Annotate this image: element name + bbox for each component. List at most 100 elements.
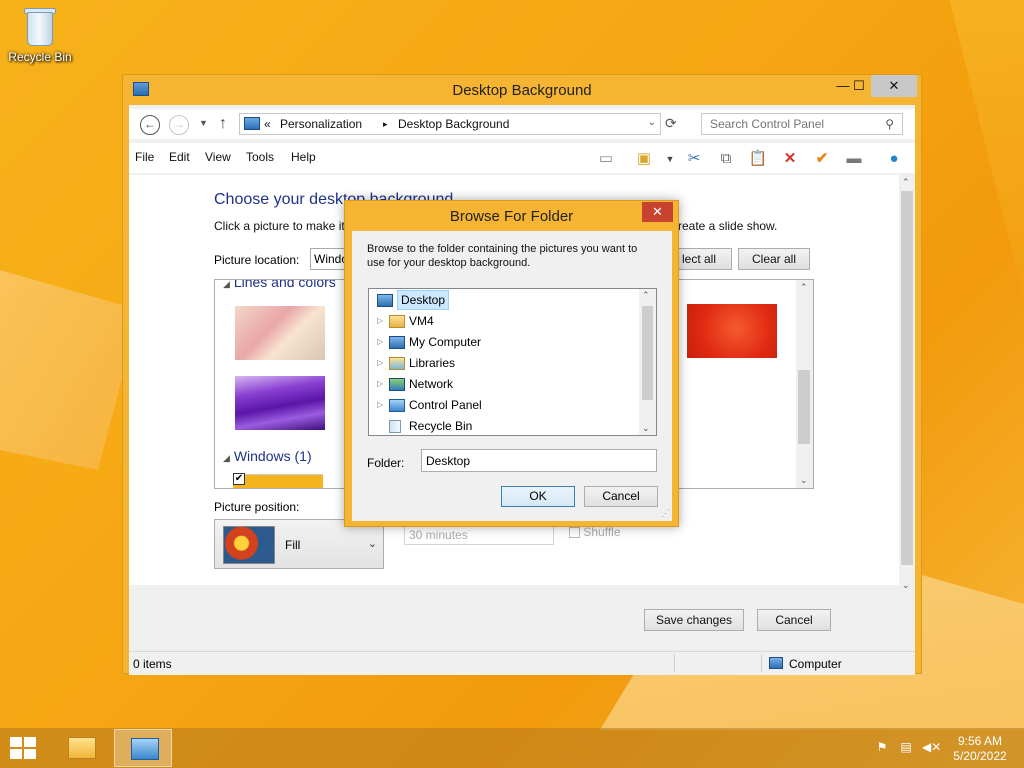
desktop-icon-recycle-bin[interactable]: Recycle Bin — [6, 6, 74, 64]
dialog-title[interactable]: Browse For Folder — [345, 208, 678, 225]
expand-icon[interactable]: ▷ — [377, 353, 383, 373]
network-icon[interactable]: ▤ — [898, 740, 914, 754]
scroll-down-icon[interactable]: ⌄ — [642, 423, 650, 434]
chevron-down-icon: ⌄ — [367, 538, 377, 550]
status-location: Computer — [789, 657, 842, 671]
wallpaper-thumbnail[interactable] — [235, 306, 325, 360]
shuffle-checkbox[interactable]: Shuffle — [569, 525, 621, 539]
recent-pages-dropdown-icon[interactable]: ▼ — [199, 118, 208, 128]
computer-icon — [769, 657, 783, 669]
menu-bar: File Edit View Tools Help ▭ ▣ ▼ ✂ ⧉ 📋 ✕ … — [129, 143, 915, 173]
dialog-close-button[interactable]: ✕ — [642, 202, 673, 222]
expand-icon[interactable]: ▷ — [377, 332, 383, 352]
picture-location-label: Picture location: — [214, 253, 300, 267]
status-divider — [674, 654, 675, 672]
tree-scrollbar[interactable]: ⌃ ⌄ — [639, 289, 656, 435]
layout-pane-icon[interactable]: ▭ — [595, 149, 617, 169]
search-icon[interactable]: ⚲ — [885, 117, 894, 131]
folder-tree[interactable]: Desktop ▷ VM4 ▷ My Computer ▷ Libraries … — [368, 288, 657, 436]
group-header-lines-and-colors[interactable]: ◢ Lines and colors — [223, 279, 336, 290]
close-button[interactable]: ✕ — [871, 75, 917, 97]
scroll-up-icon[interactable]: ⌃ — [642, 290, 650, 301]
taskbar-control-panel[interactable] — [114, 729, 172, 767]
resize-grip-icon[interactable]: ⋰ — [661, 508, 670, 519]
navigation-bar: ← → ▼ ↑ « Personalization ▸ Desktop Back… — [129, 109, 915, 139]
folder-input[interactable] — [421, 449, 657, 472]
wallpaper-thumbnail[interactable] — [235, 376, 325, 430]
tree-item-label: Recycle Bin — [409, 419, 473, 433]
window-titlebar[interactable]: Desktop Background — ☐ ✕ — [123, 75, 921, 105]
dropdown-arrow-icon[interactable]: ▼ — [659, 149, 681, 169]
back-button[interactable]: ← — [140, 115, 160, 135]
scroll-thumb[interactable] — [901, 191, 913, 565]
expand-icon[interactable]: ▷ — [377, 374, 383, 394]
wallpaper-thumbnail-windows[interactable]: ✔ — [233, 473, 323, 488]
group-label: Windows (1) — [233, 448, 312, 464]
scroll-down-icon[interactable]: ⌄ — [800, 475, 808, 486]
taskbar-clock[interactable]: 9:56 AM 5/20/2022 — [950, 734, 1010, 764]
dialog-client: Browse to the folder containing the pict… — [352, 231, 672, 521]
status-bar: 0 items Computer — [129, 651, 915, 675]
copy-icon[interactable]: ⧉ — [715, 149, 737, 169]
scroll-thumb[interactable] — [642, 306, 653, 400]
ok-button[interactable]: OK — [501, 486, 575, 507]
breadcrumb-personalization[interactable]: Personalization — [280, 117, 362, 131]
gallery-scrollbar[interactable]: ⌃ ⌄ — [796, 280, 813, 488]
paste-icon[interactable]: 📋 — [747, 149, 769, 169]
taskbar: ⚑ ▤ ◀✕ 9:56 AM 5/20/2022 — [0, 728, 1024, 768]
refresh-icon[interactable]: ⟳ — [665, 115, 677, 132]
search-input[interactable] — [708, 115, 878, 133]
clock-date: 5/20/2022 — [953, 749, 1007, 763]
address-dropdown-icon[interactable]: ⌄ — [648, 117, 656, 128]
tree-item-label: My Computer — [409, 335, 482, 349]
expand-icon[interactable]: ▷ — [377, 395, 383, 415]
folder-checklist-icon[interactable]: ▣ — [633, 149, 655, 169]
control-panel-icon — [244, 117, 260, 130]
search-box[interactable]: ⚲ — [701, 113, 903, 135]
window-scrollbar[interactable]: ⌃ ⌄ — [899, 175, 915, 593]
group-label: Lines and colors — [233, 279, 336, 290]
menu-help[interactable]: Help — [291, 150, 316, 164]
volume-muted-icon[interactable]: ◀✕ — [922, 740, 941, 754]
cut-icon[interactable]: ✂ — [683, 149, 705, 169]
delete-icon[interactable]: ✕ — [779, 149, 801, 169]
wallpaper-shape — [0, 270, 140, 470]
clear-all-button[interactable]: Clear all — [738, 248, 810, 270]
address-chevrons[interactable]: « — [264, 117, 271, 131]
scroll-thumb[interactable] — [798, 370, 810, 444]
recycle-bin-label: Recycle Bin — [8, 50, 72, 64]
collapse-icon: ◢ — [223, 279, 230, 289]
forward-button[interactable]: → — [169, 115, 189, 135]
checkmark-icon[interactable]: ✔ — [811, 149, 833, 169]
cancel-button[interactable]: Cancel — [757, 609, 831, 631]
menu-tools[interactable]: Tools — [246, 150, 274, 164]
menu-file[interactable]: File — [135, 150, 154, 164]
scroll-up-icon[interactable]: ⌃ — [800, 282, 808, 293]
change-interval-select[interactable]: 30 minutes — [404, 525, 554, 545]
menu-view[interactable]: View — [205, 150, 231, 164]
status-item-count: 0 items — [133, 657, 172, 671]
globe-icon[interactable]: ● — [883, 149, 905, 169]
checkbox-icon[interactable]: ✔ — [233, 473, 245, 485]
dialog-cancel-button[interactable]: Cancel — [584, 486, 658, 507]
tree-item-label: Control Panel — [409, 398, 482, 412]
scroll-up-icon[interactable]: ⌃ — [902, 177, 910, 188]
file-explorer-icon — [68, 737, 96, 759]
properties-icon[interactable]: ▬ — [843, 149, 865, 169]
menu-edit[interactable]: Edit — [169, 150, 190, 164]
wallpaper-thumbnail[interactable] — [687, 304, 777, 358]
breadcrumb-desktop-background[interactable]: Desktop Background — [398, 117, 509, 131]
breadcrumb-separator-icon[interactable]: ▸ — [383, 119, 388, 130]
action-center-flag-icon[interactable]: ⚑ — [874, 740, 890, 754]
group-header-windows[interactable]: ◢ Windows (1) — [223, 448, 312, 464]
scroll-down-icon[interactable]: ⌄ — [902, 580, 910, 591]
picture-position-label: Picture position: — [214, 500, 300, 514]
maximize-button[interactable]: ☐ — [845, 75, 873, 97]
window-title: Desktop Background — [452, 82, 592, 99]
up-arrow-icon[interactable]: ↑ — [219, 115, 227, 133]
taskbar-file-explorer[interactable] — [52, 729, 110, 767]
expand-icon[interactable]: ▷ — [377, 311, 383, 331]
address-bar[interactable]: « Personalization ▸ Desktop Background ⌄ — [239, 113, 661, 135]
start-button[interactable] — [10, 737, 38, 761]
save-changes-button[interactable]: Save changes — [644, 609, 744, 631]
